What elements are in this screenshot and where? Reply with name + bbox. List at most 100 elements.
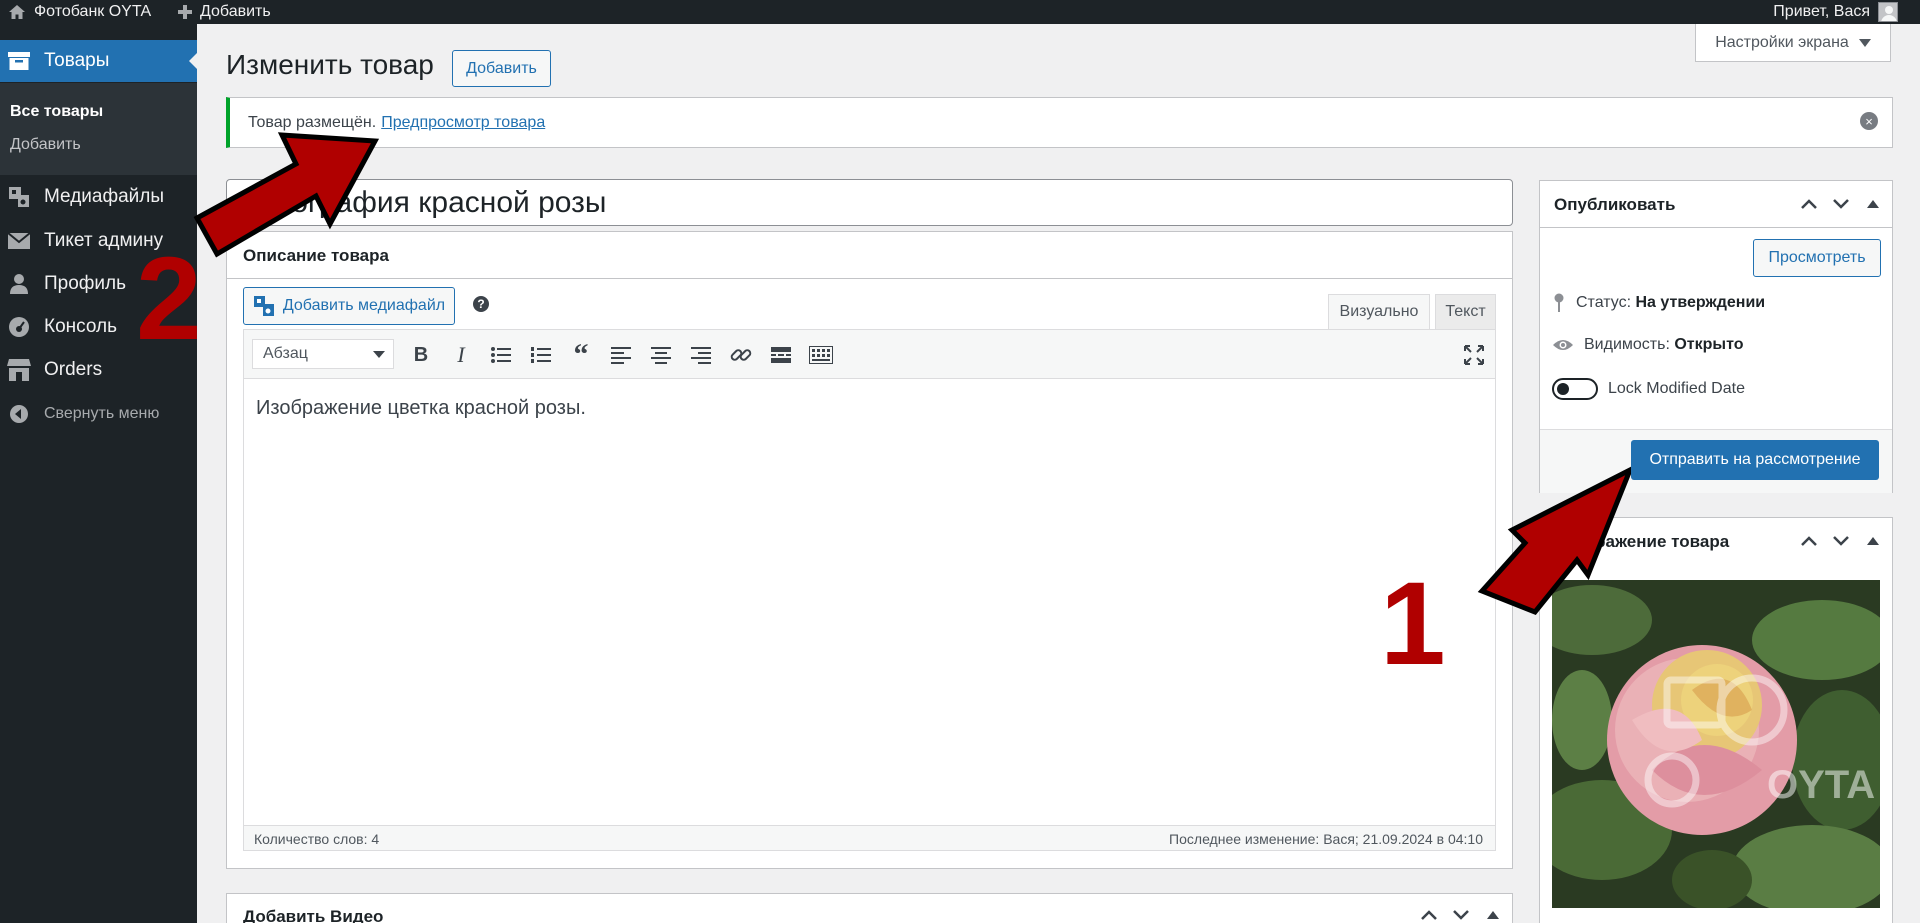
admin-bar: Фотобанк OYTA Добавить Привет, Вася <box>0 0 1920 24</box>
watermark-text: OYTA <box>1767 763 1875 807</box>
blockquote-icon[interactable]: “ <box>566 338 596 371</box>
caret-down-icon <box>1858 38 1871 47</box>
submenu-add-product[interactable]: Добавить <box>10 136 81 154</box>
user-greeting: Привет, Вася <box>1773 3 1870 20</box>
collapse-menu-button[interactable]: Свернуть меню <box>0 393 197 435</box>
annotation-number-one: 1 <box>1380 558 1446 690</box>
editor-box-title: Описание товара <box>243 246 389 265</box>
adminbar-add-label: Добавить <box>200 3 271 20</box>
tab-text[interactable]: Текст <box>1435 294 1496 330</box>
caret-up-icon[interactable] <box>1862 530 1884 552</box>
status-label: Статус: <box>1576 294 1632 311</box>
admin-sidebar: Товары Все товары Добавить Медиафайлы Ти… <box>0 24 197 923</box>
align-center-icon[interactable] <box>646 340 676 370</box>
chevron-down-icon[interactable] <box>1450 904 1472 923</box>
submit-for-review-button[interactable]: Отправить на рассмотрение <box>1631 440 1879 480</box>
chevron-up-icon[interactable] <box>1798 530 1820 552</box>
product-image-handles <box>1798 530 1884 552</box>
sidebar-item-label: Медиафайлы <box>44 186 165 207</box>
editor-content-area[interactable]: Изображение цветка красной розы. <box>243 379 1496 825</box>
chevron-down-icon <box>373 351 385 358</box>
visibility-row: Видимость: Открыто <box>1552 336 1743 354</box>
editor-content-text: Изображение цветка красной розы. <box>256 397 586 419</box>
chevron-down-icon[interactable] <box>1830 193 1852 215</box>
dashboard-icon <box>6 314 32 340</box>
product-image-box: Изображение товара OYTA <box>1539 517 1893 923</box>
align-right-icon[interactable] <box>686 340 716 370</box>
archive-icon <box>6 48 32 74</box>
caret-up-icon[interactable] <box>1862 193 1884 215</box>
chevron-up-icon[interactable] <box>1418 904 1440 923</box>
divider <box>1540 227 1892 228</box>
annotation-number-two: 2 <box>136 233 202 365</box>
site-name-link[interactable]: Фотобанк OYTA <box>8 0 151 24</box>
product-image-title: Изображение товара <box>1554 532 1730 551</box>
visibility-label: Видимость: <box>1584 336 1670 353</box>
notice-text: Товар размещён. <box>248 113 377 131</box>
preview-button[interactable]: Просмотреть <box>1753 239 1881 277</box>
chevron-up-icon[interactable] <box>1798 193 1820 215</box>
fullscreen-icon[interactable] <box>1459 340 1489 370</box>
add-new-button[interactable]: Добавить <box>452 50 551 87</box>
avatar <box>1878 2 1898 22</box>
sidebar-item-products[interactable]: Товары <box>0 40 197 82</box>
bullet-list-icon[interactable] <box>486 340 516 370</box>
sidebar-item-label: Консоль <box>44 316 117 337</box>
media-icon <box>6 184 32 210</box>
chevron-down-icon[interactable] <box>1830 530 1852 552</box>
plus-icon <box>178 5 192 19</box>
dismiss-notice-icon[interactable]: × <box>1860 112 1878 130</box>
status-value: На утверждении <box>1635 294 1766 311</box>
add-video-box: Добавить Видео <box>226 893 1513 923</box>
caret-up-icon[interactable] <box>1482 904 1504 923</box>
bold-icon[interactable]: B <box>406 340 436 370</box>
eye-icon <box>1553 340 1573 350</box>
description-editor-box: Описание товара Добавить медиафайл ? Виз… <box>226 231 1513 869</box>
email-icon <box>6 228 32 254</box>
products-submenu: Все товары Добавить <box>0 83 197 175</box>
editor-status-bar: Количество слов: 4 Последнее изменение: … <box>243 825 1496 851</box>
screen-options-button[interactable]: Настройки экрана <box>1695 24 1891 62</box>
store-icon <box>6 357 32 383</box>
format-select[interactable]: Абзац <box>252 339 394 369</box>
publish-box-title: Опубликовать <box>1554 195 1676 214</box>
product-image-thumbnail[interactable]: OYTA <box>1552 580 1880 908</box>
last-modified: Последнее изменение: Вася; 21.09.2024 в … <box>1169 831 1483 847</box>
sidebar-item-label: Orders <box>44 359 103 380</box>
divider <box>227 278 1512 279</box>
video-box-handles <box>1418 904 1504 923</box>
tab-visual[interactable]: Визуально <box>1328 294 1430 330</box>
read-more-icon[interactable] <box>766 340 796 370</box>
user-greeting-link[interactable]: Привет, Вася <box>1773 0 1898 24</box>
toolbar-toggle-icon[interactable] <box>806 340 836 370</box>
numbered-list-icon[interactable] <box>526 340 556 370</box>
preview-product-link[interactable]: Предпросмотр товара <box>381 114 545 132</box>
italic-icon[interactable]: I <box>446 340 476 370</box>
screen-options-label: Настройки экрана <box>1715 33 1849 51</box>
link-icon[interactable] <box>726 340 756 370</box>
collapse-menu-label: Свернуть меню <box>44 405 160 422</box>
video-box-title: Добавить Видео <box>243 907 384 923</box>
add-media-label: Добавить медиафайл <box>282 297 446 314</box>
home-icon <box>9 5 25 19</box>
sidebar-item-media[interactable]: Медиафайлы <box>0 176 197 218</box>
help-icon[interactable]: ? <box>473 296 489 312</box>
user-icon <box>6 271 32 297</box>
rose-photo: OYTA <box>1552 580 1880 908</box>
add-media-button[interactable]: Добавить медиафайл <box>243 287 455 325</box>
editor-toolbar: Абзац B I “ <box>243 329 1496 379</box>
site-name-label: Фотобанк OYTA <box>34 3 152 20</box>
submenu-all-products[interactable]: Все товары <box>10 103 103 121</box>
post-title-input[interactable]: Фотография красной розы <box>226 179 1513 226</box>
sidebar-item-label: Товары <box>44 50 110 71</box>
sidebar-item-label: Профиль <box>44 273 127 294</box>
media-icon <box>253 296 274 316</box>
success-notice: Товар размещён. Предпросмотр товара × <box>226 97 1893 148</box>
publish-box-handles <box>1798 193 1884 215</box>
align-left-icon[interactable] <box>606 340 636 370</box>
adminbar-add-link[interactable]: Добавить <box>178 0 271 24</box>
lock-modified-date-toggle[interactable] <box>1552 378 1598 400</box>
lock-date-row: Lock Modified Date <box>1552 378 1745 400</box>
page-title: Изменить товар <box>226 49 434 80</box>
status-row: Статус: На утверждении <box>1552 293 1765 313</box>
